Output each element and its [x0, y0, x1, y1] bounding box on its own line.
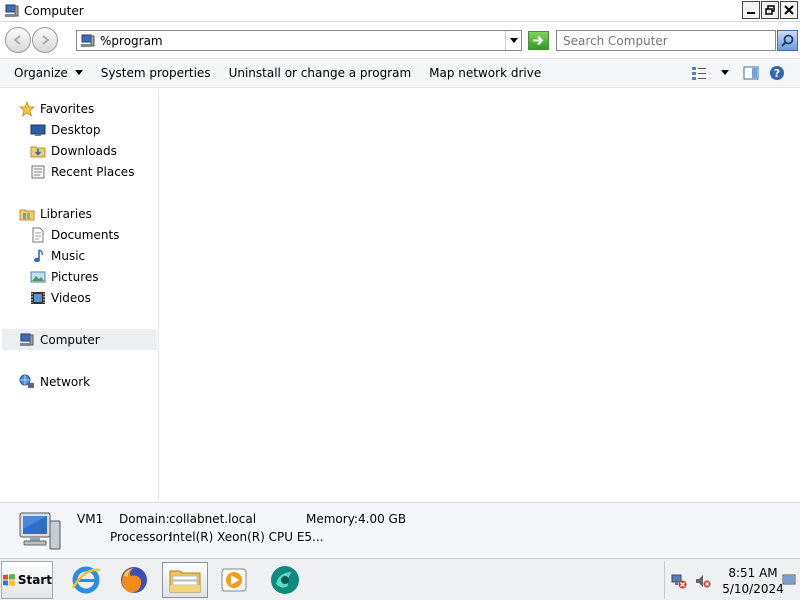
pictures-icon: [30, 271, 46, 282]
nav-desktop[interactable]: Desktop: [30, 119, 101, 140]
star-icon: [19, 100, 35, 117]
taskbar-media-player[interactable]: [214, 562, 254, 598]
clock-date: 5/10/2024: [722, 582, 784, 596]
view-details-icon: [692, 67, 706, 80]
arrow-left-icon: [13, 35, 21, 45]
map-network-drive-button[interactable]: Map network drive: [420, 66, 550, 80]
desktop-icon: [30, 124, 46, 136]
uninstall-program-button[interactable]: Uninstall or change a program: [220, 66, 421, 80]
preview-pane-button[interactable]: [742, 65, 760, 81]
arrow-right-icon: [42, 35, 50, 45]
close-icon: [784, 5, 794, 15]
domain-label: Domain:: [119, 512, 170, 526]
content-area[interactable]: [160, 89, 800, 502]
command-bar: Organize System properties Uninstall or …: [0, 58, 800, 88]
change-view-button[interactable]: [690, 65, 708, 81]
help-icon: ?: [770, 66, 784, 80]
window-controls: [742, 1, 798, 19]
preview-pane-icon: [743, 66, 759, 80]
nav-music[interactable]: Music: [30, 245, 85, 266]
organize-button[interactable]: Organize: [0, 66, 92, 80]
nav-libraries[interactable]: Libraries: [19, 203, 92, 224]
music-note-icon: [34, 248, 43, 262]
clock[interactable]: 8:51 AM 5/10/2024: [721, 565, 785, 597]
address-row: [0, 22, 800, 58]
nav-network[interactable]: Network: [19, 371, 90, 392]
svg-text:?: ?: [774, 67, 780, 80]
minimize-icon: [747, 12, 755, 14]
clock-time: 8:51 AM: [728, 566, 778, 580]
minimize-button[interactable]: [742, 1, 760, 19]
windows-logo-icon: [2, 573, 15, 587]
downloads-folder-icon: [30, 146, 46, 157]
nav-pictures[interactable]: Pictures: [30, 266, 99, 287]
search-box[interactable]: [556, 30, 776, 51]
nav-computer[interactable]: Computer: [2, 329, 157, 350]
documents-icon: [32, 227, 44, 242]
search-input[interactable]: [563, 33, 773, 48]
navigation-pane: Favorites Desktop Downloads Recent Place…: [0, 89, 159, 502]
nav-downloads[interactable]: Downloads: [30, 140, 117, 161]
taskbar: Start 8:51 AM 5/10/2024: [0, 558, 800, 600]
address-bar[interactable]: [76, 30, 522, 51]
restore-button[interactable]: [761, 1, 779, 19]
chevron-down-icon: [509, 37, 518, 43]
folder-icon: [169, 570, 201, 593]
network-icon: [19, 374, 34, 388]
window-title: Computer: [24, 3, 84, 18]
view-controls: ?: [690, 59, 800, 87]
help-button[interactable]: ?: [768, 65, 786, 81]
memory-label: Memory:: [306, 512, 358, 526]
back-button[interactable]: [5, 27, 31, 53]
memory-value: 4.00 GB: [358, 512, 407, 526]
close-button[interactable]: [780, 1, 798, 19]
arrow-right-icon: [533, 35, 544, 46]
media-player-icon: [221, 568, 247, 592]
nav-videos[interactable]: Videos: [30, 287, 91, 308]
restore-icon: [765, 5, 775, 15]
forward-button[interactable]: [32, 27, 58, 53]
domain-value: collabnet.local: [169, 512, 257, 526]
system-properties-button[interactable]: System properties: [92, 66, 220, 80]
search-icon: [781, 34, 794, 47]
search-button[interactable]: [777, 30, 798, 51]
start-button[interactable]: Start: [1, 561, 53, 599]
view-options-dropdown[interactable]: [716, 65, 734, 81]
nav-favorites[interactable]: Favorites: [19, 98, 94, 119]
taskbar-windows-explorer[interactable]: [162, 562, 208, 598]
system-tray: 8:51 AM 5/10/2024: [664, 561, 800, 599]
address-dropdown-button[interactable]: [505, 31, 521, 50]
teal-app-icon: [271, 566, 299, 594]
computer-name: VM1: [77, 512, 104, 526]
title-bar: Computer: [0, 0, 800, 22]
nav-recent-places[interactable]: Recent Places: [30, 161, 134, 182]
libraries-icon: [19, 209, 35, 220]
nav-documents[interactable]: Documents: [30, 224, 119, 245]
details-pane: VM1 Domain: collabnet.local Memory: 4.00…: [0, 502, 800, 558]
recent-places-icon: [31, 165, 45, 178]
computer-large-icon: [19, 512, 61, 550]
computer-icon: [20, 333, 34, 346]
computer-icon: [81, 34, 95, 47]
show-desktop-icon[interactable]: [782, 573, 796, 587]
network-disconnected-icon[interactable]: [671, 573, 687, 589]
internet-explorer-icon: [71, 566, 101, 594]
firefox-icon: [121, 567, 147, 593]
processor-value: Intel(R) Xeon(R) CPU E5...: [169, 530, 324, 544]
address-input[interactable]: [100, 33, 500, 48]
taskbar-internet-explorer[interactable]: [66, 562, 106, 598]
volume-muted-icon[interactable]: [695, 573, 711, 589]
chevron-down-icon: [74, 70, 83, 75]
processor-label: Processor:: [110, 530, 172, 544]
video-film-icon: [31, 291, 45, 304]
chevron-down-icon: [721, 70, 729, 75]
computer-icon: [5, 4, 19, 17]
taskbar-firefox[interactable]: [114, 562, 154, 598]
go-button[interactable]: [528, 31, 549, 50]
taskbar-app[interactable]: [265, 562, 305, 598]
